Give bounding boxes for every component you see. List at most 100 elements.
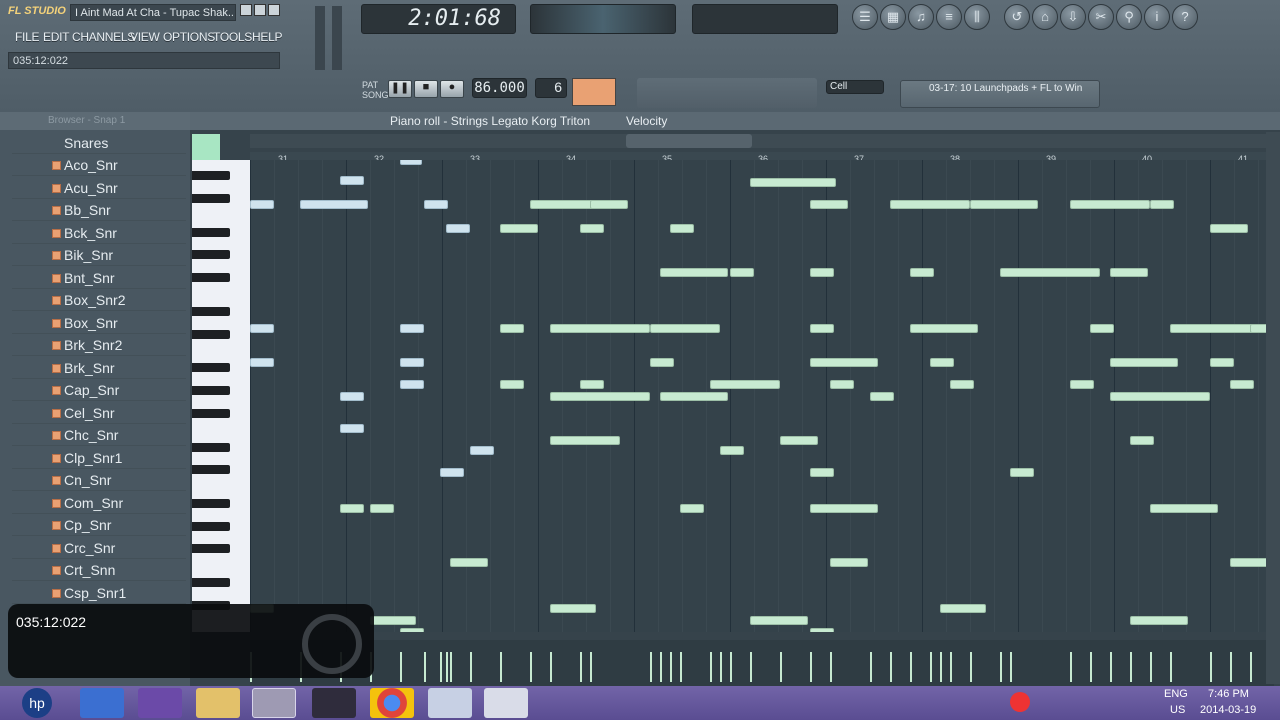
record-button[interactable]: ● <box>440 80 464 98</box>
note[interactable] <box>440 468 464 477</box>
note[interactable] <box>810 468 834 477</box>
velocity-stem[interactable] <box>1000 652 1002 682</box>
note[interactable] <box>550 392 650 401</box>
note[interactable] <box>910 324 978 333</box>
note[interactable] <box>470 446 494 455</box>
velocity-stem[interactable] <box>550 652 552 682</box>
velocity-stem[interactable] <box>670 652 672 682</box>
note[interactable] <box>1150 504 1218 513</box>
note[interactable] <box>810 324 834 333</box>
black-key[interactable] <box>192 227 230 237</box>
note[interactable] <box>340 176 364 185</box>
black-key[interactable] <box>192 273 230 282</box>
black-key[interactable] <box>192 521 230 531</box>
browser-item[interactable]: Bik_Snr <box>12 244 186 266</box>
velocity-stem[interactable] <box>830 652 832 682</box>
velocity-stem[interactable] <box>660 652 662 682</box>
scroll-thumb[interactable] <box>626 134 752 148</box>
note[interactable] <box>830 380 854 389</box>
clock-time[interactable]: 7:46 PM <box>1208 688 1249 700</box>
velocity-stem[interactable] <box>1210 652 1212 682</box>
velocity-stem[interactable] <box>890 652 892 682</box>
note[interactable] <box>1210 224 1248 233</box>
note[interactable] <box>710 380 780 389</box>
note[interactable] <box>910 268 934 277</box>
velocity-stem[interactable] <box>446 652 448 682</box>
note[interactable] <box>370 616 416 625</box>
velocity-stem[interactable] <box>950 652 952 682</box>
velocity-stem[interactable] <box>440 652 442 682</box>
menu-tools[interactable]: TOOLS <box>213 30 252 46</box>
note[interactable] <box>1210 358 1234 367</box>
browser-item[interactable]: Cp_Snr <box>12 514 186 536</box>
note[interactable] <box>580 224 604 233</box>
black-key[interactable] <box>192 408 230 418</box>
stop-button[interactable]: ■ <box>414 80 438 98</box>
browser-item[interactable]: Brk_Snr <box>12 357 186 379</box>
velocity-stem[interactable] <box>1070 652 1072 682</box>
note[interactable] <box>250 358 274 367</box>
note[interactable] <box>1110 358 1178 367</box>
notification-icon[interactable] <box>1010 692 1030 712</box>
target-control-selector[interactable]: Velocity <box>626 114 667 128</box>
playlist-icon[interactable]: ☰ <box>852 4 878 30</box>
pause-button[interactable]: ❚❚ <box>388 80 412 98</box>
desktop-icon[interactable] <box>80 688 124 718</box>
black-key[interactable] <box>192 329 230 339</box>
note[interactable] <box>970 200 1038 209</box>
note[interactable] <box>810 504 878 513</box>
note[interactable] <box>1110 392 1210 401</box>
snap-selector[interactable]: Cell <box>826 80 884 94</box>
velocity-stem[interactable] <box>580 652 582 682</box>
pattern-number[interactable]: 6 <box>535 78 567 98</box>
note[interactable] <box>424 200 448 209</box>
step-sequencer-icon[interactable]: ▦ <box>880 4 906 30</box>
browser-item[interactable]: Csp_Snr1 <box>12 582 186 604</box>
fl-studio-taskbar-icon[interactable] <box>252 688 296 718</box>
note[interactable] <box>580 380 604 389</box>
note[interactable] <box>446 224 470 233</box>
note[interactable] <box>400 628 424 632</box>
black-key[interactable] <box>192 171 230 181</box>
note[interactable] <box>680 504 704 513</box>
info-icon[interactable]: i <box>1144 4 1170 30</box>
piano-roll-icon[interactable]: ♫ <box>908 4 934 30</box>
app-icon[interactable] <box>312 688 356 718</box>
undo-icon[interactable]: ↺ <box>1004 4 1030 30</box>
note[interactable] <box>500 380 524 389</box>
black-key[interactable] <box>192 499 230 508</box>
note[interactable] <box>400 380 424 389</box>
master-pitch-slider[interactable] <box>332 6 342 70</box>
velocity-stem[interactable] <box>1090 652 1092 682</box>
browser-item[interactable]: Chc_Snr <box>12 424 186 446</box>
recording-options[interactable] <box>637 78 817 108</box>
velocity-stem[interactable] <box>680 652 682 682</box>
velocity-stem[interactable] <box>730 652 732 682</box>
note[interactable] <box>1230 558 1268 567</box>
browser-folder-snares[interactable]: Snares <box>12 132 186 154</box>
note[interactable] <box>670 224 694 233</box>
browser-item[interactable]: Aco_Snr <box>12 154 186 176</box>
note[interactable] <box>500 324 524 333</box>
piano-keyboard[interactable] <box>192 160 250 632</box>
app-icon-2[interactable] <box>428 688 472 718</box>
browser-item[interactable]: Cap_Snr <box>12 379 186 401</box>
browser-item[interactable]: Clp_Snr1 <box>12 447 186 469</box>
velocity-stem[interactable] <box>590 652 592 682</box>
note[interactable] <box>1000 268 1100 277</box>
browser-item[interactable]: Crt_Snn <box>12 559 186 581</box>
velocity-lane[interactable] <box>250 640 1274 686</box>
language[interactable]: ENG <box>1164 688 1188 700</box>
menu-channels[interactable]: CHANNELS <box>72 30 135 46</box>
velocity-stem[interactable] <box>1150 652 1152 682</box>
velocity-stem[interactable] <box>450 652 452 682</box>
region[interactable]: US <box>1170 704 1185 716</box>
note[interactable] <box>720 446 744 455</box>
note[interactable] <box>400 358 424 367</box>
note[interactable] <box>660 268 728 277</box>
velocity-stem[interactable] <box>650 652 652 682</box>
browser-icon[interactable]: ≡ <box>936 4 962 30</box>
velocity-stem[interactable] <box>400 652 402 682</box>
note[interactable] <box>1130 436 1154 445</box>
browser-item[interactable]: Com_Snr <box>12 492 186 514</box>
